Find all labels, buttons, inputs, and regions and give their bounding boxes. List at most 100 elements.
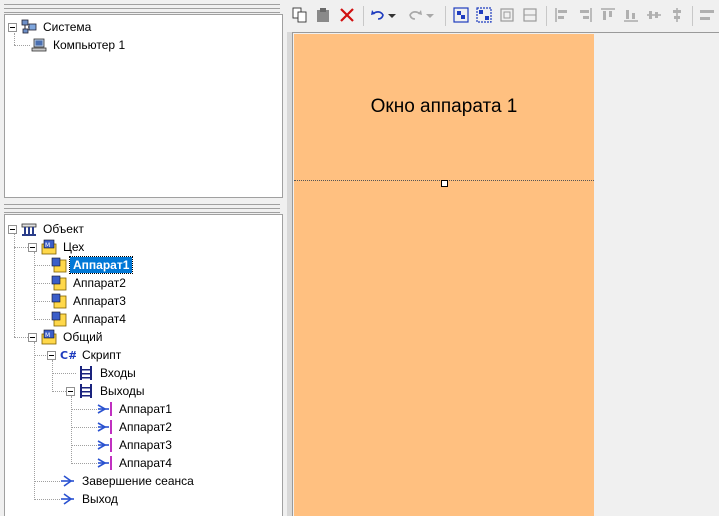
- tree-node-output-apparatus-3[interactable]: Аппарат3: [97, 436, 175, 454]
- tree-label: Аппарат4: [73, 312, 126, 326]
- tree-node-apparatus-4[interactable]: Аппарат4: [51, 310, 129, 328]
- editor-root: Система Компьютер 1 Объект M Цех Аппарат…: [0, 0, 719, 516]
- top-pane-grip[interactable]: [4, 4, 280, 13]
- align-left-icon: [554, 7, 570, 26]
- more-button[interactable]: [698, 7, 716, 25]
- workshop-collapse-toggle[interactable]: [28, 243, 37, 252]
- system-tree: Система Компьютер 1: [5, 15, 282, 197]
- design-canvas[interactable]: Окно аппарата 1: [287, 32, 719, 516]
- tree-node-common[interactable]: M Общий: [41, 328, 106, 346]
- tree-node-system[interactable]: Система: [21, 18, 94, 36]
- tree-node-object[interactable]: Объект: [21, 220, 87, 238]
- tree-node-computer[interactable]: Компьютер 1: [31, 36, 128, 54]
- system-collapse-toggle[interactable]: [8, 23, 17, 32]
- object-icon: [21, 221, 37, 237]
- apparatus-icon: [51, 293, 67, 309]
- align-center-v-button[interactable]: [668, 7, 686, 25]
- tree-label: Выход: [82, 492, 118, 506]
- svg-text:M: M: [45, 332, 50, 339]
- tree-label: Аппарат4: [119, 456, 172, 470]
- tree-label: Аппарат2: [73, 276, 126, 290]
- align-center-h-button[interactable]: [645, 7, 663, 25]
- common-collapse-toggle[interactable]: [28, 333, 37, 342]
- more-icon: [699, 7, 715, 26]
- tree-node-outputs[interactable]: Выходы: [78, 382, 148, 400]
- toolbar: [287, 0, 719, 32]
- align-left-button[interactable]: [553, 7, 571, 25]
- ungroup-button[interactable]: [475, 6, 493, 26]
- frame-button[interactable]: [498, 7, 516, 25]
- canvas-border: [293, 32, 719, 33]
- copy-icon: [292, 7, 308, 26]
- delete-icon: [339, 7, 355, 26]
- outputs-collapse-toggle[interactable]: [66, 387, 75, 396]
- network-icon: [21, 19, 37, 35]
- tree-label: Аппарат1: [68, 256, 134, 274]
- folder-icon: M: [41, 329, 57, 345]
- object-collapse-toggle[interactable]: [8, 225, 17, 234]
- script-collapse-toggle[interactable]: [47, 351, 56, 360]
- tree-node-apparatus-1[interactable]: Аппарат1: [51, 256, 134, 274]
- ungroup-icon: [476, 6, 492, 26]
- align-right-icon: [577, 7, 593, 26]
- tree-node-output-apparatus-2[interactable]: Аппарат2: [97, 418, 175, 436]
- undo-icon: [370, 7, 386, 26]
- output-arrow-icon: [97, 401, 113, 417]
- tree-label: Общий: [63, 330, 103, 344]
- folder-icon: M: [41, 239, 57, 255]
- tree-node-apparatus-3[interactable]: Аппарат3: [51, 292, 129, 310]
- output-arrow-icon: [97, 455, 113, 471]
- delete-button[interactable]: [338, 7, 356, 25]
- window-title-text[interactable]: Окно аппарата 1: [294, 96, 594, 118]
- align-top-button[interactable]: [599, 7, 617, 25]
- object-tree-pane: Объект M Цех Аппарат1 Аппарат2 Аппарат3 …: [4, 214, 283, 516]
- paste-button[interactable]: [314, 7, 332, 25]
- tree-label: Завершение сеанса: [82, 474, 194, 488]
- bottom-pane-grip[interactable]: [4, 204, 280, 213]
- csharp-icon: C#: [60, 347, 77, 363]
- tree-node-workshop[interactable]: M Цех: [41, 238, 87, 256]
- align-center-h-icon: [646, 7, 662, 26]
- tree-node-apparatus-2[interactable]: Аппарат2: [51, 274, 129, 292]
- svg-text:M: M: [45, 242, 50, 249]
- align-bottom-button[interactable]: [622, 7, 640, 25]
- tree-label: Компьютер 1: [53, 38, 126, 52]
- ladder-icon: [78, 365, 94, 381]
- tree-label: Аппарат3: [73, 294, 126, 308]
- output-arrow-icon: [97, 437, 113, 453]
- align-top-icon: [600, 7, 616, 26]
- redo-button[interactable]: [406, 7, 424, 25]
- computer-icon: [31, 37, 47, 53]
- copy-button[interactable]: [291, 7, 309, 25]
- tree-node-inputs[interactable]: Входы: [78, 364, 139, 382]
- frame-icon: [499, 7, 515, 26]
- group-button[interactable]: [452, 6, 470, 26]
- object-tree: Объект M Цех Аппарат1 Аппарат2 Аппарат3 …: [5, 215, 282, 516]
- redo-icon: [407, 7, 423, 26]
- undo-dropdown-button[interactable]: [387, 7, 397, 25]
- tree-label: Цех: [63, 240, 85, 254]
- tree-node-session-end[interactable]: Завершение сеанса: [60, 472, 197, 490]
- arrow-right-icon: [60, 473, 76, 489]
- frame-alt-icon: [522, 7, 538, 26]
- redo-dropdown-icon: [426, 9, 434, 23]
- frame-alt-button[interactable]: [521, 7, 539, 25]
- tree-node-script[interactable]: C# Скрипт: [60, 346, 124, 364]
- tree-label: Входы: [100, 366, 136, 380]
- resize-handle[interactable]: [441, 180, 448, 187]
- tree-label: Скрипт: [82, 348, 122, 362]
- redo-dropdown-button[interactable]: [425, 7, 435, 25]
- system-tree-pane: Система Компьютер 1: [4, 14, 283, 198]
- tree-node-output-apparatus-4[interactable]: Аппарат4: [97, 454, 175, 472]
- align-bottom-icon: [623, 7, 639, 26]
- tree-node-exit[interactable]: Выход: [60, 490, 121, 508]
- tree-label: Объект: [43, 222, 84, 236]
- align-right-button[interactable]: [576, 7, 594, 25]
- apparatus-icon: [51, 257, 67, 273]
- apparatus-window[interactable]: Окно аппарата 1: [294, 34, 594, 516]
- paste-icon: [315, 7, 331, 26]
- arrow-right-icon: [60, 491, 76, 507]
- group-icon: [453, 6, 469, 26]
- tree-node-output-apparatus-1[interactable]: Аппарат1: [97, 400, 175, 418]
- undo-button[interactable]: [369, 7, 387, 25]
